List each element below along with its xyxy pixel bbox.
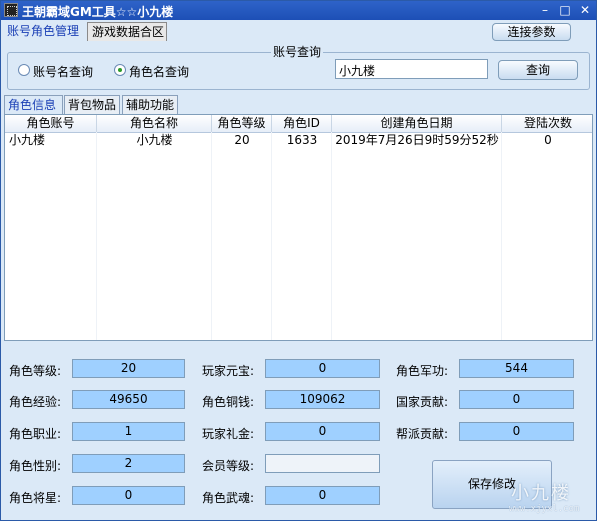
cell-level: 20: [234, 133, 250, 147]
job-field[interactable]: 1: [72, 422, 185, 441]
tab-merge-server[interactable]: 游戏数据合区: [87, 22, 167, 41]
gender-label: 角色性别:: [9, 459, 62, 473]
minimize-icon[interactable]: –: [537, 3, 553, 17]
radio-account-label: 账号名查询: [33, 65, 94, 79]
title-bar[interactable]: 王朝霸域GM工具☆☆小九楼 – □ ✕: [1, 1, 596, 20]
header-account[interactable]: 角色账号: [5, 115, 97, 132]
copper-label: 角色铜钱:: [202, 395, 255, 409]
tab-assist[interactable]: 辅助功能: [122, 95, 178, 114]
cell-create-date: 2019年7月26日9时59分52秒: [335, 133, 499, 147]
header-role-id[interactable]: 角色ID: [272, 115, 332, 132]
soul-field[interactable]: 0: [265, 486, 380, 505]
role-table[interactable]: 角色账号 角色名称 角色等级 角色ID 创建角色日期 登陆次数 小九楼 小九楼 …: [4, 114, 593, 341]
watermark-text: 小九楼: [511, 483, 571, 504]
cell-account: 小九楼: [9, 133, 46, 147]
window-title: 王朝霸域GM工具☆☆小九楼: [22, 5, 174, 19]
exp-label: 角色经验:: [9, 395, 62, 409]
level-label: 角色等级:: [9, 364, 62, 378]
faction-label: 帮派贡献:: [396, 427, 449, 441]
exp-field[interactable]: 49650: [72, 390, 185, 409]
main-window: 王朝霸域GM工具☆☆小九楼 – □ ✕ 账号角色管理 游戏数据合区 连接参数 账…: [0, 0, 597, 521]
query-group-title: 账号查询: [271, 43, 324, 60]
gift-field[interactable]: 0: [265, 422, 380, 441]
vip-label: 会员等级:: [202, 459, 255, 473]
yuanbao-label: 玩家元宝:: [202, 364, 255, 378]
gender-field[interactable]: 2: [72, 454, 185, 473]
merit-field[interactable]: 544: [459, 359, 574, 378]
radio-role-label: 角色名查询: [129, 65, 190, 79]
header-level[interactable]: 角色等级: [212, 115, 272, 132]
table-row[interactable]: 小九楼 小九楼 20 1633 2019年7月26日9时59分52秒 0: [5, 132, 592, 148]
table-header: 角色账号 角色名称 角色等级 角色ID 创建角色日期 登陆次数: [5, 115, 592, 133]
header-create-date[interactable]: 创建角色日期: [332, 115, 502, 132]
close-icon[interactable]: ✕: [577, 3, 593, 17]
vip-field[interactable]: [265, 454, 380, 473]
job-label: 角色职业:: [9, 427, 62, 441]
copper-field[interactable]: 109062: [265, 390, 380, 409]
level-field[interactable]: 20: [72, 359, 185, 378]
nation-field[interactable]: 0: [459, 390, 574, 409]
query-input[interactable]: 小九楼: [335, 59, 488, 79]
general-field[interactable]: 0: [72, 486, 185, 505]
nation-label: 国家贡献:: [396, 395, 449, 409]
cell-login-count: 0: [544, 133, 552, 147]
header-login-count[interactable]: 登陆次数: [502, 115, 592, 132]
query-button[interactable]: 查询: [498, 60, 578, 80]
tab-account-role[interactable]: 账号角色管理: [3, 22, 85, 41]
gift-label: 玩家礼金:: [202, 427, 255, 441]
cell-role-id: 1633: [286, 133, 318, 147]
tab-role-info[interactable]: 角色信息: [4, 95, 63, 114]
tab-bag-items[interactable]: 背包物品: [64, 95, 120, 114]
yuanbao-field[interactable]: 0: [265, 359, 380, 378]
watermark-url: www.xjyxl.com: [509, 504, 580, 514]
soul-label: 角色武魂:: [202, 491, 255, 505]
faction-field[interactable]: 0: [459, 422, 574, 441]
cell-role-name: 小九楼: [136, 133, 173, 147]
merit-label: 角色军功:: [396, 364, 449, 378]
radio-role-dot[interactable]: [114, 64, 126, 76]
general-label: 角色将星:: [9, 491, 62, 505]
maximize-icon[interactable]: □: [557, 3, 573, 17]
radio-account-dot[interactable]: [18, 64, 30, 76]
app-icon: [4, 3, 18, 17]
connect-params-button[interactable]: 连接参数: [492, 23, 571, 41]
header-role-name[interactable]: 角色名称: [97, 115, 212, 132]
